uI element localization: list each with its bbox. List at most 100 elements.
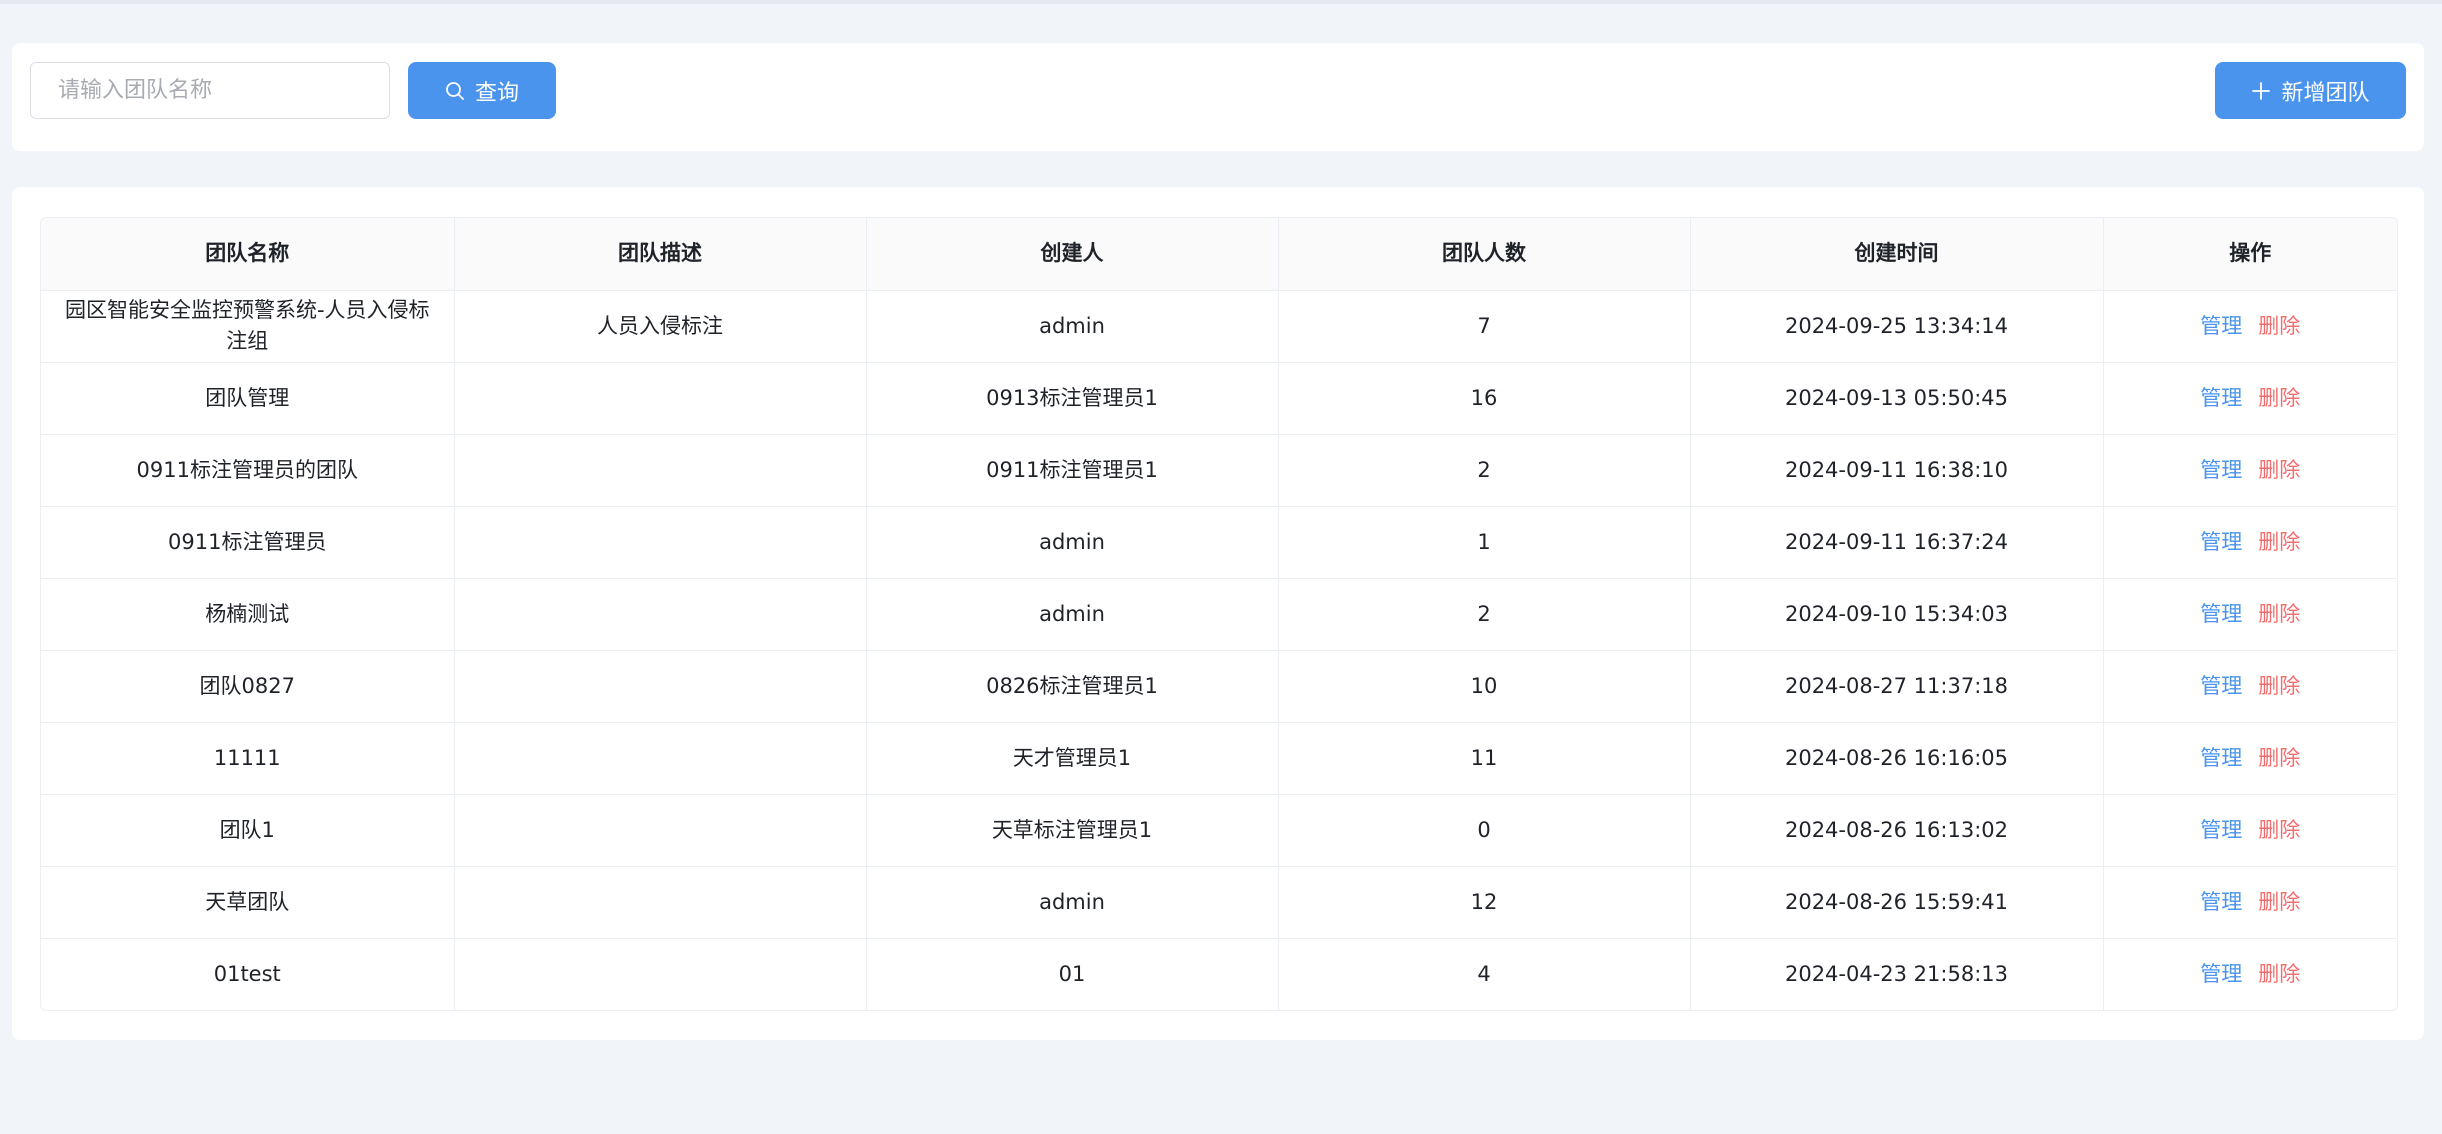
cell-member-count: 11 (1278, 722, 1691, 795)
cell-actions: 管理 删除 (2103, 866, 2397, 939)
cell-team-description (454, 650, 867, 723)
cell-creator: 0913标注管理员1 (866, 362, 1279, 435)
top-divider (0, 0, 2442, 4)
table-header-row: 团队名称 团队描述 创建人 团队人数 创建时间 操作 (41, 218, 2397, 291)
cell-creator: 01 (866, 938, 1279, 1010)
cell-team-name: 团队管理 (41, 362, 455, 435)
cell-member-count: 2 (1278, 578, 1691, 651)
cell-creator: 0911标注管理员1 (866, 434, 1279, 507)
cell-creator: admin (866, 506, 1279, 579)
cell-team-name: 团队0827 (41, 650, 455, 723)
header-team-name: 团队名称 (41, 218, 455, 291)
cell-actions: 管理 删除 (2103, 434, 2397, 507)
team-name-search-input[interactable] (30, 62, 390, 119)
cell-creator: admin (866, 866, 1279, 939)
cell-team-description (454, 938, 867, 1010)
manage-link[interactable]: 管理 (2200, 383, 2242, 414)
add-team-button[interactable]: 新增团队 (2215, 62, 2406, 119)
cell-created-time: 2024-09-11 16:38:10 (1690, 434, 2104, 507)
cell-actions: 管理 删除 (2103, 650, 2397, 723)
cell-member-count: 10 (1278, 650, 1691, 723)
delete-link[interactable]: 删除 (2258, 887, 2300, 918)
cell-member-count: 4 (1278, 938, 1691, 1010)
table-row: 0911标注管理员的团队 0911标注管理员1 2 2024-09-11 16:38:… (41, 434, 2397, 507)
manage-link[interactable]: 管理 (2200, 959, 2242, 990)
cell-created-time: 2024-08-26 16:16:05 (1690, 722, 2104, 795)
manage-link[interactable]: 管理 (2200, 599, 2242, 630)
cell-team-name: 天草团队 (41, 866, 455, 939)
cell-member-count: 0 (1278, 794, 1691, 867)
cell-creator: 0826标注管理员1 (866, 650, 1279, 723)
cell-member-count: 2 (1278, 434, 1691, 507)
cell-team-description: 人员入侵标注 (454, 290, 867, 363)
cell-member-count: 16 (1278, 362, 1691, 435)
cell-team-name: 0911标注管理员的团队 (41, 434, 455, 507)
cell-actions: 管理 删除 (2103, 290, 2397, 363)
cell-created-time: 2024-08-27 11:37:18 (1690, 650, 2104, 723)
header-team-description: 团队描述 (454, 218, 867, 291)
cell-team-name: 杨楠测试 (41, 578, 455, 651)
manage-link[interactable]: 管理 (2200, 311, 2242, 342)
delete-link[interactable]: 删除 (2258, 959, 2300, 990)
manage-link[interactable]: 管理 (2200, 887, 2242, 918)
delete-link[interactable]: 删除 (2258, 311, 2300, 342)
cell-team-description (454, 578, 867, 651)
cell-team-name: 11111 (41, 722, 455, 795)
cell-team-description (454, 866, 867, 939)
cell-actions: 管理 删除 (2103, 362, 2397, 435)
team-table-card: 团队名称 团队描述 创建人 团队人数 创建时间 操作 园区智能安全监控预警系统-… (12, 187, 2424, 1040)
manage-link[interactable]: 管理 (2200, 815, 2242, 846)
query-button-label: 查询 (474, 80, 519, 106)
cell-creator: admin (866, 578, 1279, 651)
manage-link[interactable]: 管理 (2200, 527, 2242, 558)
header-created-time: 创建时间 (1690, 218, 2104, 291)
cell-created-time: 2024-09-10 15:34:03 (1690, 578, 2104, 651)
cell-created-time: 2024-09-25 13:34:14 (1690, 290, 2104, 363)
table-row: 团队1 天草标注管理员1 0 2024-08-26 16:13:02 管理 删除 (41, 794, 2397, 867)
cell-actions: 管理 删除 (2103, 794, 2397, 867)
cell-team-description (454, 794, 867, 867)
cell-member-count: 12 (1278, 866, 1691, 939)
cell-created-time: 2024-08-26 16:13:02 (1690, 794, 2104, 867)
delete-link[interactable]: 删除 (2258, 527, 2300, 558)
cell-created-time: 2024-09-11 16:37:24 (1690, 506, 2104, 579)
manage-link[interactable]: 管理 (2200, 743, 2242, 774)
cell-creator: 天才管理员1 (866, 722, 1279, 795)
delete-link[interactable]: 删除 (2258, 743, 2300, 774)
table-body: 园区智能安全监控预警系统-人员入侵标注组 人员入侵标注 admin 7 2024-09-… (41, 290, 2397, 1010)
delete-link[interactable]: 删除 (2258, 815, 2300, 846)
delete-link[interactable]: 删除 (2258, 383, 2300, 414)
table-row: 团队管理 0913标注管理员1 16 2024-09-13 05:50:45 管理 删除 (41, 362, 2397, 435)
cell-creator: 天草标注管理员1 (866, 794, 1279, 867)
cell-actions: 管理 删除 (2103, 722, 2397, 795)
header-creator: 创建人 (866, 218, 1279, 291)
cell-creator: admin (866, 290, 1279, 363)
add-team-button-label: 新增团队 (2281, 80, 2370, 106)
search-icon (445, 81, 465, 101)
manage-link[interactable]: 管理 (2200, 455, 2242, 486)
cell-created-time: 2024-09-13 05:50:45 (1690, 362, 2104, 435)
search-toolbar: 查询 新增团队 (12, 43, 2424, 151)
delete-link[interactable]: 删除 (2258, 671, 2300, 702)
cell-team-name: 0911标注管理员 (41, 506, 455, 579)
header-actions: 操作 (2103, 218, 2397, 291)
delete-link[interactable]: 删除 (2258, 455, 2300, 486)
table-row: 11111 天才管理员1 11 2024-08-26 16:16:05 管理 删除 (41, 722, 2397, 795)
delete-link[interactable]: 删除 (2258, 599, 2300, 630)
team-table: 团队名称 团队描述 创建人 团队人数 创建时间 操作 园区智能安全监控预警系统-… (41, 218, 2397, 1010)
cell-team-name: 园区智能安全监控预警系统-人员入侵标注组 (41, 290, 455, 363)
cell-team-description (454, 362, 867, 435)
table-row: 0911标注管理员 admin 1 2024-09-11 16:37:24 管理 删除 (41, 506, 2397, 579)
manage-link[interactable]: 管理 (2200, 671, 2242, 702)
cell-member-count: 1 (1278, 506, 1691, 579)
query-button[interactable]: 查询 (408, 62, 556, 119)
table-row: 天草团队 admin 12 2024-08-26 15:59:41 管理 删除 (41, 866, 2397, 939)
cell-team-name: 01test (41, 938, 455, 1010)
table-row: 杨楠测试 admin 2 2024-09-10 15:34:03 管理 删除 (41, 578, 2397, 651)
cell-team-description (454, 434, 867, 507)
cell-created-time: 2024-04-23 21:58:13 (1690, 938, 2104, 1010)
cell-team-name: 团队1 (41, 794, 455, 867)
header-member-count: 团队人数 (1278, 218, 1691, 291)
table-row: 园区智能安全监控预警系统-人员入侵标注组 人员入侵标注 admin 7 2024-09-… (41, 290, 2397, 363)
cell-actions: 管理 删除 (2103, 578, 2397, 651)
